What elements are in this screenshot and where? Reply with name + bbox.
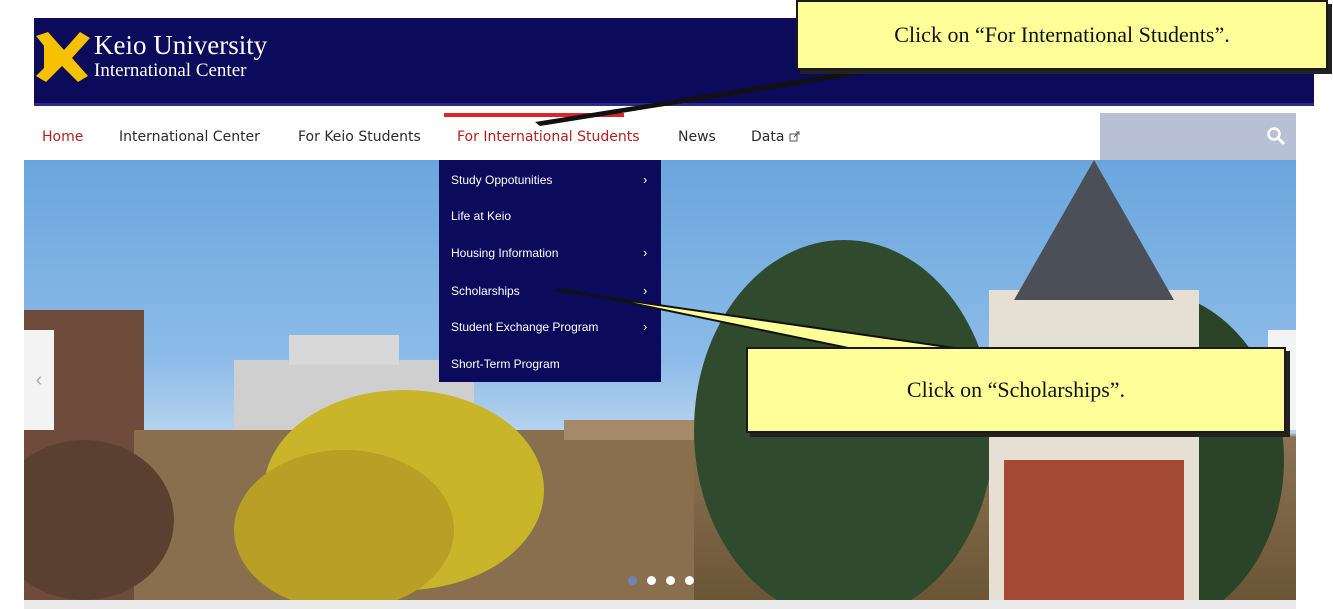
callout-leaders bbox=[535, 66, 969, 351]
instruction-callout-1: Click on “For International Students”. bbox=[796, 0, 1328, 70]
instruction-callout-2: Click on “Scholarships”. bbox=[746, 347, 1286, 433]
leader-line-2 bbox=[554, 289, 969, 351]
leader-line-1 bbox=[535, 66, 890, 126]
